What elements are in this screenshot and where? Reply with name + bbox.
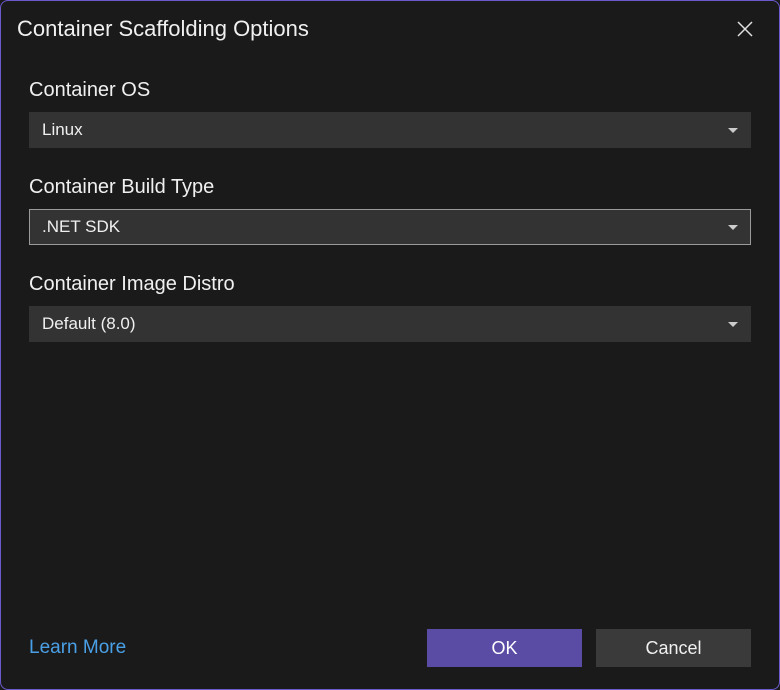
container-build-type-label: Container Build Type bbox=[29, 176, 751, 199]
ok-button[interactable]: OK bbox=[427, 629, 582, 667]
container-build-type-dropdown[interactable]: .NET SDK bbox=[29, 209, 751, 245]
chevron-down-icon bbox=[728, 128, 738, 133]
container-image-distro-field: Container Image Distro Default (8.0) bbox=[29, 273, 751, 342]
learn-more-link[interactable]: Learn More bbox=[29, 637, 126, 659]
container-os-label: Container OS bbox=[29, 79, 751, 102]
container-build-type-value: .NET SDK bbox=[42, 217, 120, 237]
dialog-content: Container OS Linux Container Build Type … bbox=[1, 51, 779, 613]
chevron-down-icon bbox=[728, 322, 738, 327]
container-os-value: Linux bbox=[42, 120, 83, 140]
cancel-button[interactable]: Cancel bbox=[596, 629, 751, 667]
container-image-distro-value: Default (8.0) bbox=[42, 314, 136, 334]
container-os-dropdown[interactable]: Linux bbox=[29, 112, 751, 148]
container-image-distro-dropdown[interactable]: Default (8.0) bbox=[29, 306, 751, 342]
container-build-type-field: Container Build Type .NET SDK bbox=[29, 176, 751, 245]
container-scaffolding-dialog: Container Scaffolding Options Container … bbox=[0, 0, 780, 690]
chevron-down-icon bbox=[728, 225, 738, 230]
titlebar: Container Scaffolding Options bbox=[1, 1, 779, 51]
dialog-footer: Learn More OK Cancel bbox=[1, 613, 779, 689]
close-icon bbox=[736, 20, 754, 38]
container-image-distro-label: Container Image Distro bbox=[29, 273, 751, 296]
close-button[interactable] bbox=[727, 11, 763, 47]
dialog-title: Container Scaffolding Options bbox=[17, 16, 309, 42]
container-os-field: Container OS Linux bbox=[29, 79, 751, 148]
